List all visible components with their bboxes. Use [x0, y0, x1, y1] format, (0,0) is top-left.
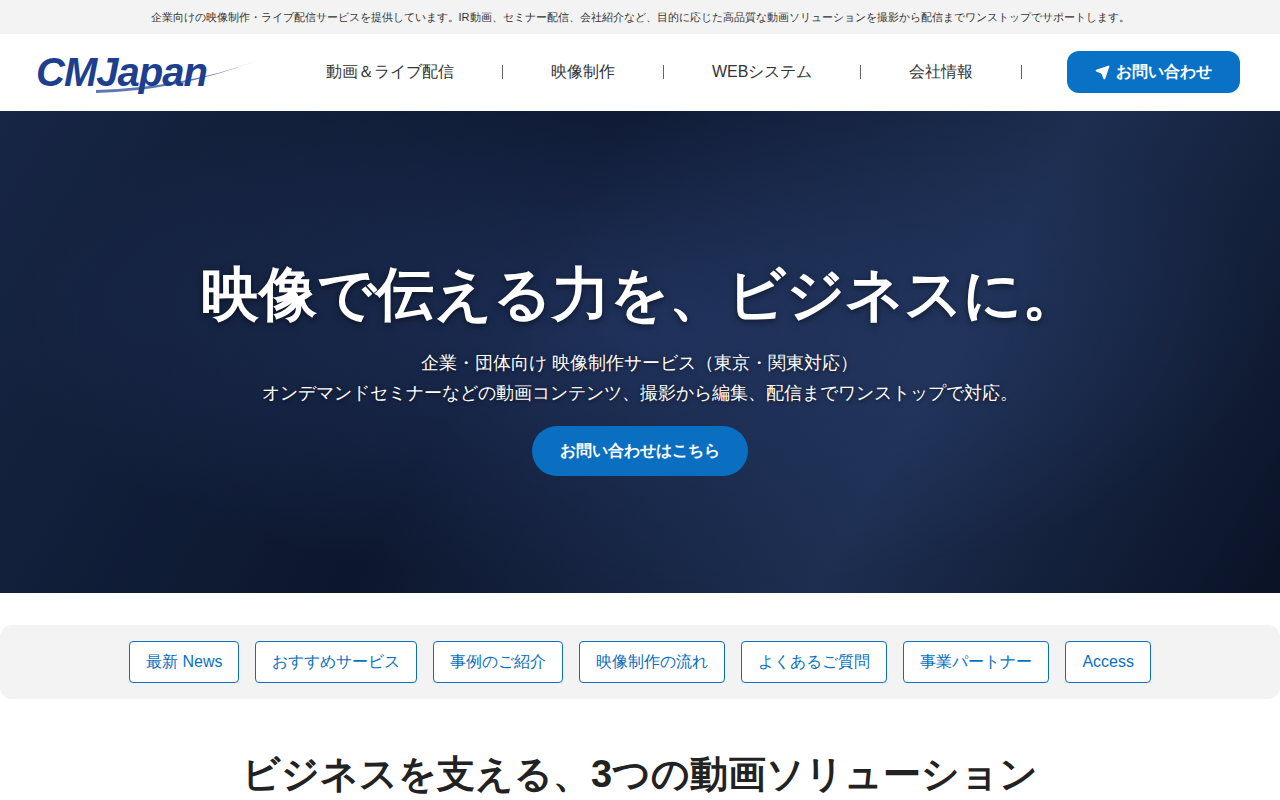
- section-title: ビジネスを支える、3つの動画ソリューション: [0, 749, 1280, 800]
- main-nav: 動画＆ライブ配信映像制作WEBシステム会社情報: [326, 62, 1067, 83]
- anchor-button[interactable]: 映像制作の流れ: [579, 641, 725, 683]
- anchor-button[interactable]: 事業パートナー: [903, 641, 1049, 683]
- nav-item[interactable]: 会社情報: [861, 62, 1021, 83]
- nav-item[interactable]: 動画＆ライブ配信: [326, 62, 502, 83]
- hero: 映像で伝える力を、ビジネスに。企業・団体向け 映像制作サービス（東京・関東対応）…: [0, 111, 1280, 593]
- nav-separator: [663, 65, 664, 79]
- anchor-button[interactable]: おすすめサービス: [255, 641, 417, 683]
- page: 企業向けの映像制作・ライブ配信サービスを提供しています。IR動画、セミナー配信、…: [0, 0, 1280, 800]
- hero-contact-button[interactable]: お問い合わせはこちら: [532, 426, 748, 476]
- anchor-nav: 最新 News おすすめサービス事例のご紹介映像制作の流れよくあるご質問事業パート…: [0, 625, 1280, 699]
- top-bar: 企業向けの映像制作・ライブ配信サービスを提供しています。IR動画、セミナー配信、…: [0, 0, 1280, 34]
- nav-item[interactable]: 映像制作: [503, 62, 663, 83]
- nav-item[interactable]: WEBシステム: [664, 62, 860, 83]
- contact-button[interactable]: お問い合わせ: [1067, 51, 1240, 93]
- hero-subtitle: 企業・団体向け 映像制作サービス（東京・関東対応）オンデマンドセミナーなどの動画…: [262, 348, 1018, 408]
- paper-plane-icon: [1095, 65, 1110, 80]
- hero-title: 映像で伝える力を、ビジネスに。: [201, 259, 1080, 329]
- logo[interactable]: CMJapan: [36, 47, 258, 97]
- anchor-button[interactable]: Access: [1065, 641, 1151, 683]
- nav-separator: [502, 65, 503, 79]
- nav-separator: [1021, 65, 1022, 79]
- anchor-button[interactable]: 最新 News: [129, 641, 239, 683]
- header: CMJapan動画＆ライブ配信映像制作WEBシステム会社情報お問い合わせ: [0, 34, 1280, 111]
- anchor-button[interactable]: よくあるご質問: [741, 641, 887, 683]
- nav-separator: [860, 65, 861, 79]
- anchor-button[interactable]: 事例のご紹介: [433, 641, 563, 683]
